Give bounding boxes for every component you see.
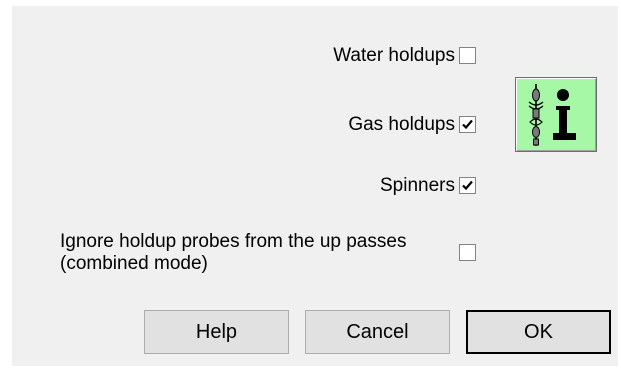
options-dialog: Water holdups Gas holdups Spinners Ignor… xyxy=(12,6,618,366)
gas-holdups-checkbox[interactable] xyxy=(459,116,476,133)
cancel-button[interactable]: Cancel xyxy=(305,310,450,354)
ok-button[interactable]: OK xyxy=(466,310,611,354)
water-holdups-checkbox[interactable] xyxy=(459,47,476,64)
checkmark-icon xyxy=(462,119,473,130)
spinners-checkbox[interactable] xyxy=(459,177,476,194)
checkmark-icon xyxy=(462,180,473,191)
spinners-label: Spinners xyxy=(380,175,455,196)
ignore-up-passes-checkbox[interactable] xyxy=(459,244,476,261)
ignore-up-passes-label: Ignore holdup probes from the up passes … xyxy=(60,231,407,274)
tool-info-button[interactable] xyxy=(515,77,597,152)
checkmark-icon xyxy=(461,49,474,62)
checkmark-icon xyxy=(461,246,474,259)
gas-holdups-label: Gas holdups xyxy=(348,114,455,135)
water-holdups-label: Water holdups xyxy=(333,45,455,66)
help-button[interactable]: Help xyxy=(144,310,289,354)
tool-info-icon xyxy=(528,84,576,146)
